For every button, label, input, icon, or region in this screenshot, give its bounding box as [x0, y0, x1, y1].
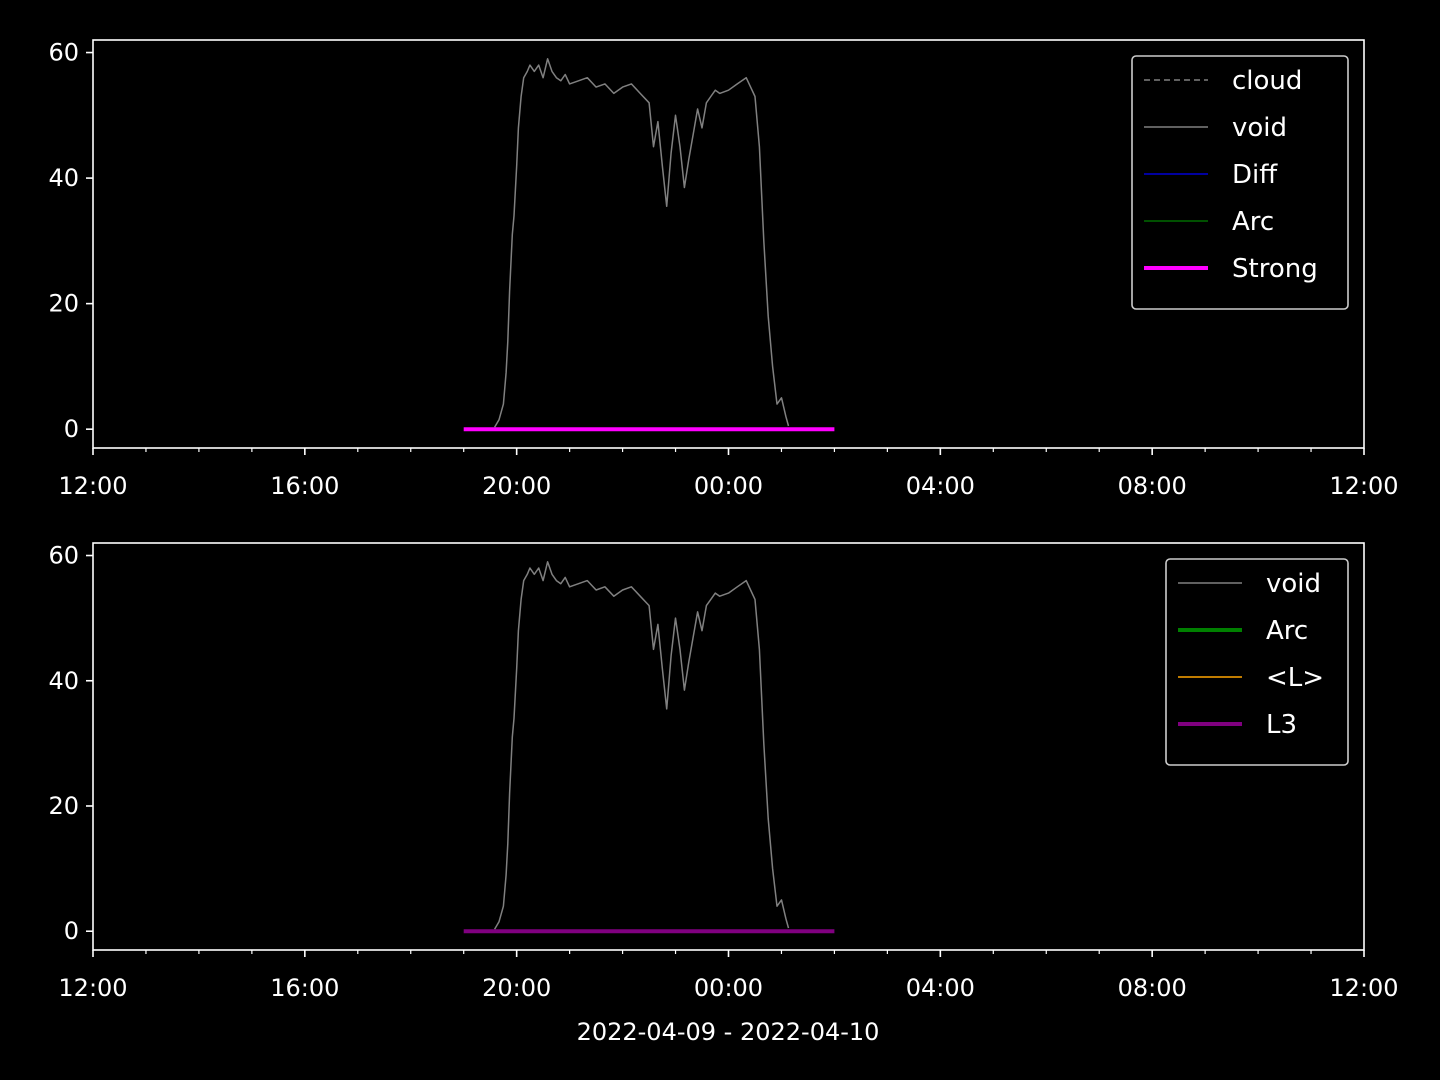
x-tick-label: 08:00 — [1118, 472, 1187, 500]
y-tick-label: 40 — [48, 164, 79, 192]
x-tick-label: 04:00 — [906, 974, 975, 1002]
figure: 0 20 40 60 12:00 16:00 20:00 00:00 04:00 08:00 12:… — [0, 0, 1440, 1080]
x-axis-label: 2022-04-09 - 2022-04-10 — [577, 1018, 880, 1046]
x-tick-label: 20:00 — [482, 472, 551, 500]
y-tick-label: 60 — [48, 542, 79, 570]
x-tick-label: 00:00 — [694, 974, 763, 1002]
x-tick-label: 16:00 — [270, 472, 339, 500]
x-tick-label: 00:00 — [694, 472, 763, 500]
x-tick-label: 12:00 — [58, 974, 127, 1002]
x-tick-label: 12:00 — [1329, 974, 1398, 1002]
legend-label: Arc — [1232, 207, 1274, 237]
legend-label: L3 — [1266, 710, 1297, 740]
y-tick-label: 20 — [48, 290, 79, 318]
legend-label: Arc — [1266, 616, 1308, 646]
legend-label: Diff — [1232, 160, 1278, 190]
x-tick-label: 04:00 — [906, 472, 975, 500]
y-tick-label: 0 — [64, 917, 79, 945]
y-tick-label: 20 — [48, 792, 79, 820]
x-tick-label: 12:00 — [58, 472, 127, 500]
legend-label: void — [1266, 569, 1321, 599]
x-tick-label: 16:00 — [270, 974, 339, 1002]
y-tick-label: 0 — [64, 415, 79, 443]
legend-label: void — [1232, 113, 1287, 143]
legend-label: cloud — [1232, 66, 1302, 96]
y-tick-label: 60 — [48, 39, 79, 67]
x-tick-label: 12:00 — [1329, 472, 1398, 500]
x-tick-label: 20:00 — [482, 974, 551, 1002]
legend-label: Strong — [1232, 254, 1318, 284]
x-tick-label: 08:00 — [1118, 974, 1187, 1002]
y-tick-label: 40 — [48, 667, 79, 695]
legend-label: <L> — [1266, 663, 1324, 693]
